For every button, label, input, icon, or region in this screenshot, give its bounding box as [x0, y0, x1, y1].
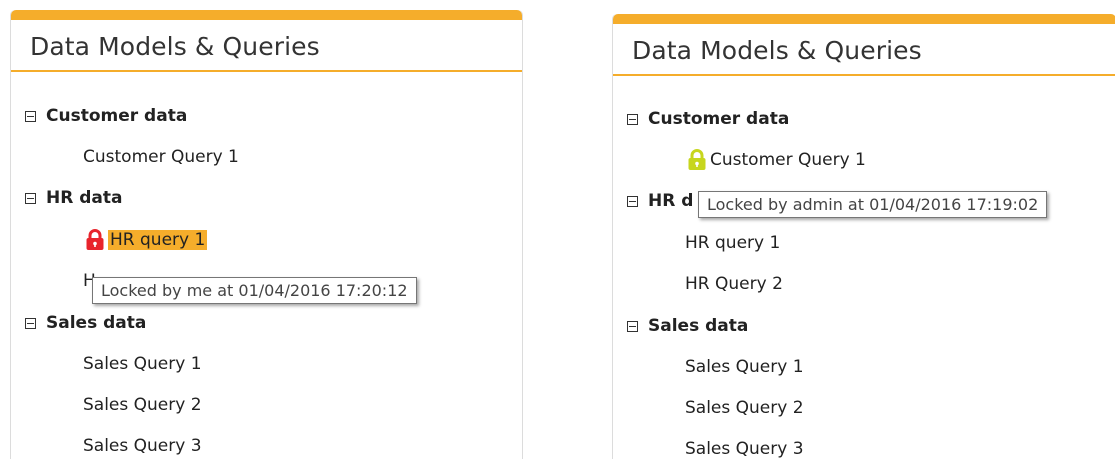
item-label: Sales Query 3: [685, 439, 804, 459]
item-label: Sales Query 2: [685, 398, 804, 418]
collapse-icon[interactable]: [627, 113, 638, 125]
item-label: Sales Query 2: [83, 395, 202, 415]
tree-item-hr-query-2[interactable]: HR Query 2: [685, 269, 783, 299]
item-label: Sales Query 1: [685, 357, 804, 377]
panel-header: Data Models & Queries: [613, 24, 1115, 76]
panel-accent-bar: [613, 14, 1115, 24]
lock-icon: [85, 229, 105, 251]
tree-item-hr-query-1[interactable]: HR query 1: [685, 228, 780, 258]
tree-item-sales-query-2[interactable]: Sales Query 2: [83, 390, 202, 420]
right-panel: Data Models & Queries Customer data Cust…: [612, 14, 1115, 459]
group-label: Sales data: [648, 316, 749, 336]
tree-item-sales-query-2[interactable]: Sales Query 2: [685, 393, 804, 423]
left-panel: Data Models & Queries Customer data Cust…: [10, 10, 523, 459]
item-label: Customer Query 1: [710, 150, 866, 170]
tree-group-customer-data[interactable]: Customer data: [11, 101, 187, 131]
collapse-icon[interactable]: [25, 192, 36, 204]
tree-group-sales-data[interactable]: Sales data: [613, 311, 748, 341]
group-label: HR data: [46, 188, 123, 208]
group-label: Customer data: [46, 106, 188, 126]
tree-group-hr-data[interactable]: HR data: [11, 183, 122, 213]
tree-item-customer-query-1[interactable]: Customer Query 1: [83, 142, 239, 172]
tree-item-sales-query-1[interactable]: Sales Query 1: [685, 352, 804, 382]
group-label: Customer data: [648, 109, 790, 129]
collapse-icon[interactable]: [627, 320, 638, 332]
tree-group-sales-data[interactable]: Sales data: [11, 308, 146, 338]
item-label: Sales Query 3: [83, 436, 202, 456]
panel-header: Data Models & Queries: [11, 20, 522, 72]
tree-group-customer-data[interactable]: Customer data: [613, 104, 789, 134]
tree-item-sales-query-1[interactable]: Sales Query 1: [83, 349, 202, 379]
group-label: HR d: [648, 191, 694, 211]
item-label: HR Query 2: [685, 274, 783, 294]
item-label: HR query 1: [685, 233, 781, 253]
collapse-icon[interactable]: [25, 317, 36, 329]
collapse-icon[interactable]: [25, 110, 36, 122]
panel-title: Data Models & Queries: [30, 32, 320, 61]
tree-item-sales-query-3[interactable]: Sales Query 3: [83, 431, 202, 461]
lock-tooltip: Locked by admin at 01/04/2016 17:19:02: [698, 191, 1048, 218]
tree-group-hr-data[interactable]: HR d: [613, 186, 693, 216]
group-label: Sales data: [46, 313, 147, 333]
item-label: Sales Query 1: [83, 354, 202, 374]
item-label: HR query 1: [108, 230, 208, 250]
tree-item-hr-query-1[interactable]: HR query 1: [85, 225, 208, 255]
tree-item-sales-query-3[interactable]: Sales Query 3: [685, 434, 804, 464]
panel-title: Data Models & Queries: [632, 36, 922, 65]
tree-item-customer-query-1[interactable]: Customer Query 1: [687, 145, 866, 175]
lock-tooltip: Locked by me at 01/04/2016 17:20:12: [92, 277, 417, 304]
item-label: Customer Query 1: [83, 147, 239, 167]
lock-icon: [687, 149, 707, 171]
collapse-icon[interactable]: [627, 195, 638, 207]
panel-accent-bar: [11, 10, 522, 20]
